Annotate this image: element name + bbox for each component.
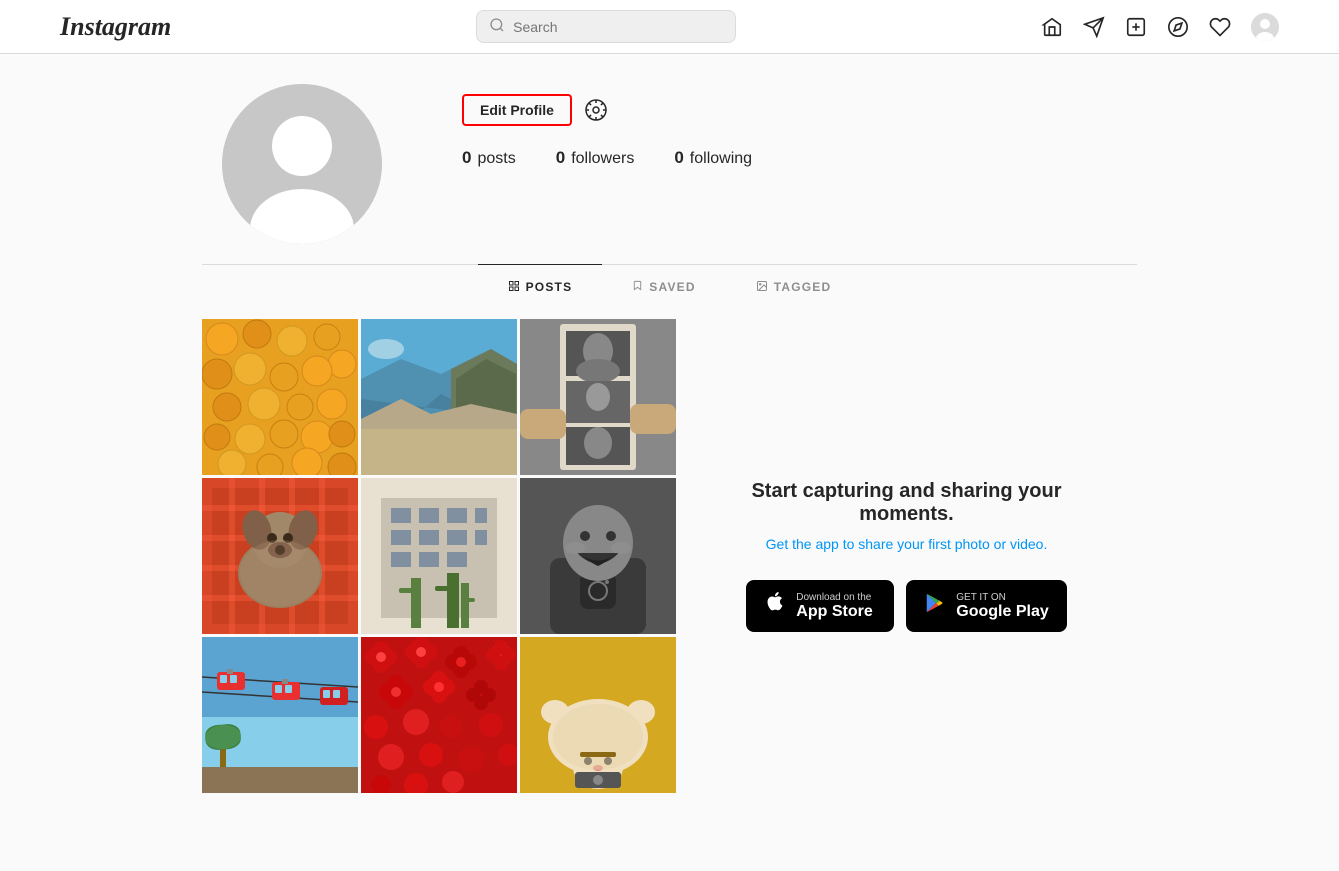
following-stat[interactable]: 0 following: [674, 148, 752, 168]
google-play-icon: [924, 592, 946, 620]
grid-cell-1[interactable]: [202, 319, 358, 475]
followers-stat[interactable]: 0 followers: [556, 148, 635, 168]
home-icon[interactable]: [1041, 16, 1063, 38]
app-store-text: Download on the App Store: [796, 592, 872, 621]
edit-profile-button[interactable]: Edit Profile: [462, 94, 572, 126]
profile-avatar-wrap: [222, 84, 382, 244]
profile-section: Edit Profile 0 posts: [202, 54, 1137, 264]
followers-label: followers: [571, 150, 634, 168]
header-icons: [1041, 13, 1279, 41]
apple-icon: [764, 590, 786, 622]
saved-tab-icon: [632, 279, 643, 295]
heart-icon[interactable]: [1209, 16, 1231, 38]
grid-cell-8[interactable]: [361, 637, 517, 793]
following-label: following: [690, 150, 752, 168]
tab-posts[interactable]: POSTS: [478, 264, 603, 309]
grid-cell-2[interactable]: [361, 319, 517, 475]
tab-tagged[interactable]: TAGGED: [726, 264, 862, 309]
tab-posts-label: POSTS: [526, 280, 573, 294]
posts-stat[interactable]: 0 posts: [462, 148, 516, 168]
profile-info: Edit Profile 0 posts: [462, 84, 1117, 168]
photo-grid: [202, 319, 676, 793]
posts-tab-icon: [508, 279, 520, 295]
grid-cell-9[interactable]: [520, 637, 676, 793]
grid-cell-3[interactable]: [520, 319, 676, 475]
profile-actions: Edit Profile: [462, 94, 1117, 126]
content-area: Start capturing and sharing your moments…: [202, 309, 1137, 803]
profile-stats: 0 posts 0 followers 0 following: [462, 148, 1117, 168]
user-avatar[interactable]: [1251, 13, 1279, 41]
search-icon: [489, 17, 505, 36]
profile-tabs: POSTS SAVED TAGGED: [202, 265, 1137, 309]
grid-cell-4[interactable]: [202, 478, 358, 634]
logo[interactable]: Instagram: [60, 12, 171, 42]
google-play-button[interactable]: GET IT ON Google Play: [906, 580, 1066, 632]
search-input[interactable]: [513, 19, 723, 35]
right-panel: Start capturing and sharing your moments…: [676, 319, 1137, 793]
posts-count: 0: [462, 148, 471, 168]
tab-tagged-label: TAGGED: [774, 280, 832, 294]
profile-avatar: [222, 84, 382, 244]
send-icon[interactable]: [1083, 16, 1105, 38]
grid-cell-6[interactable]: [520, 478, 676, 634]
search-bar: [476, 10, 736, 43]
app-buttons: Download on the App Store: [746, 580, 1066, 632]
tab-saved-label: SAVED: [649, 280, 695, 294]
posts-label: posts: [477, 150, 515, 168]
followers-count: 0: [556, 148, 565, 168]
following-count: 0: [674, 148, 683, 168]
tab-saved[interactable]: SAVED: [602, 264, 725, 309]
tagged-tab-icon: [756, 279, 768, 295]
explore-icon[interactable]: [1167, 16, 1189, 38]
header: Instagram: [0, 0, 1339, 54]
settings-icon-button[interactable]: [584, 98, 608, 122]
add-post-icon[interactable]: [1125, 16, 1147, 38]
google-play-text: GET IT ON Google Play: [956, 592, 1048, 621]
grid-cell-7[interactable]: [202, 637, 358, 793]
grid-cell-5[interactable]: [361, 478, 517, 634]
app-store-button[interactable]: Download on the App Store: [746, 580, 894, 632]
capture-subtitle: Get the app to share your first photo or…: [766, 536, 1048, 552]
capture-title: Start capturing and sharing your moments…: [736, 480, 1077, 526]
